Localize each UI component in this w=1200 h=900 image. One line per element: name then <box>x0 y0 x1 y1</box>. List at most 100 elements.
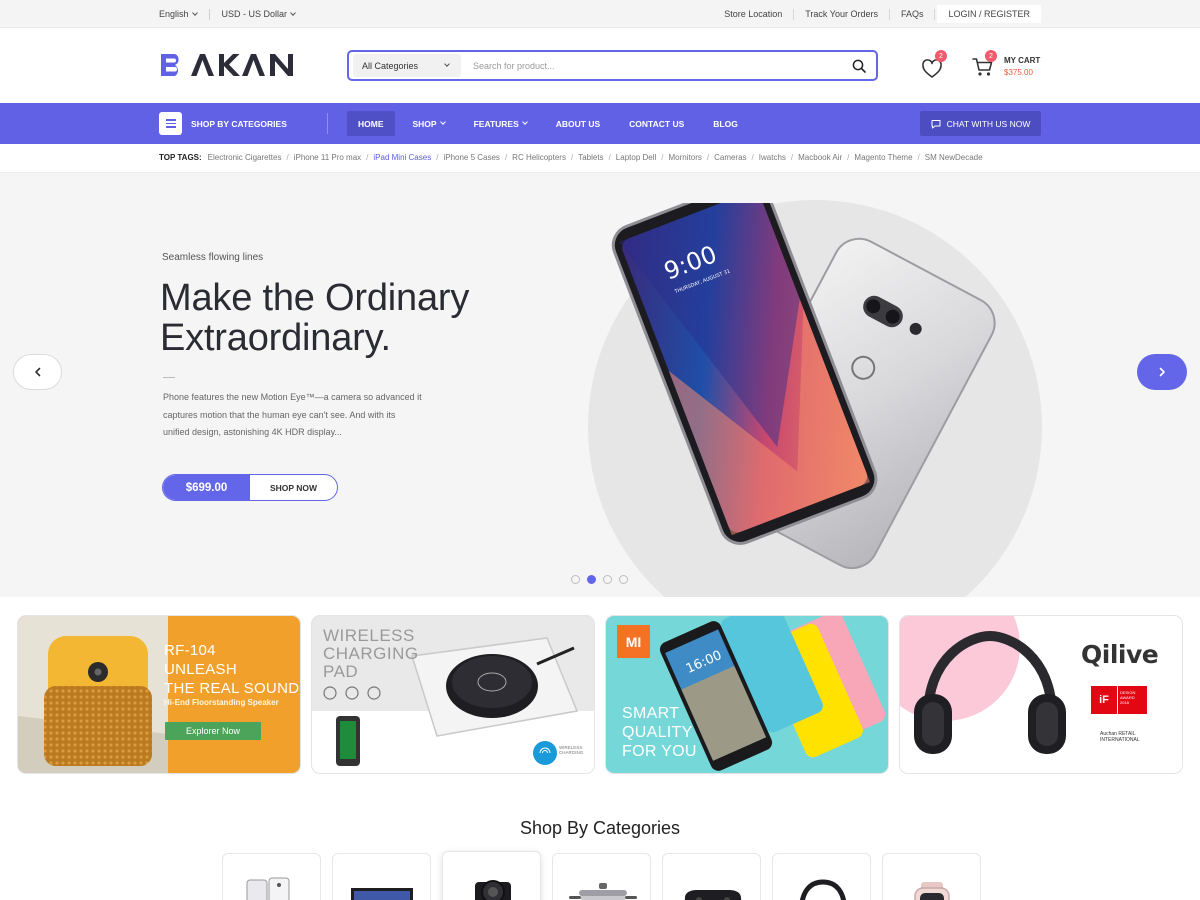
nav-item-home[interactable]: HOME <box>347 111 395 136</box>
slider-dot[interactable] <box>619 575 628 584</box>
speaker-banner-line: RF-104 <box>164 642 216 659</box>
store-location-link[interactable]: Store Location <box>713 8 795 20</box>
slider-dot[interactable] <box>603 575 612 584</box>
charger-banner-line: PAD <box>323 662 359 681</box>
nav-divider <box>327 113 328 134</box>
slider-dot-active[interactable] <box>587 575 596 584</box>
slider-dot[interactable] <box>571 575 580 584</box>
chat-with-us-button[interactable]: CHAT WITH US NOW <box>920 111 1041 136</box>
chat-bubble-icon <box>931 119 941 128</box>
hero-price-button[interactable]: $699.00 SHOP NOW <box>162 474 338 501</box>
design-award-badge: iF DESIGN AWARD 2018 <box>1091 686 1147 714</box>
award-line: 2018 <box>1120 700 1129 705</box>
top-tags-list: TOP TAGS: Electronic Cigarettes / iPhone … <box>159 153 983 162</box>
wishlist-count-badge: 2 <box>935 50 947 62</box>
tag-link[interactable]: RC Helicopters <box>512 153 566 162</box>
explorer-now-button[interactable]: Explorer Now <box>165 722 261 740</box>
chat-label: CHAT WITH US NOW <box>946 118 1031 129</box>
headphones-icon <box>799 879 847 900</box>
gamepad-icon <box>684 890 742 900</box>
track-orders-link[interactable]: Track Your Orders <box>794 8 890 20</box>
charger-banner-title: WIRELESS CHARGING PAD <box>323 627 419 681</box>
shop-now-button[interactable]: SHOP NOW <box>250 475 337 500</box>
promo-banner-headphones[interactable]: Qilive iF DESIGN AWARD 2018 Auchan RETAI… <box>900 616 1182 773</box>
top-bar-left: English USD - US Dollar <box>159 0 296 28</box>
hero-description: Phone features the new Motion Eye™—a cam… <box>163 392 422 437</box>
tag-link[interactable]: Magento Theme <box>854 153 912 162</box>
nav-item-blog[interactable]: BLOG <box>702 111 749 136</box>
chevron-right-icon <box>1159 367 1165 377</box>
speaker-banner-line: THE REAL SOUND <box>164 680 300 697</box>
tag-separator: / <box>661 153 664 162</box>
mi-banner-title: SMART QUALITY FOR YOU <box>622 704 697 761</box>
tag-link[interactable]: iPhone 11 Pro max <box>294 153 361 162</box>
slider-dots <box>571 575 628 584</box>
category-card[interactable] <box>772 853 871 900</box>
tag-link[interactable]: Mornitors <box>669 153 702 162</box>
category-select[interactable]: All Categories <box>353 54 461 77</box>
category-card[interactable] <box>222 853 321 900</box>
tag-separator: / <box>847 153 850 162</box>
tag-link[interactable]: Macbook Air <box>798 153 842 162</box>
category-card[interactable] <box>552 853 651 900</box>
search-bar: All Categories <box>347 50 878 81</box>
category-card[interactable] <box>332 853 431 900</box>
mi-logo: MI <box>617 625 650 658</box>
tag-separator: / <box>608 153 611 162</box>
hero-title-line: Make the Ordinary <box>160 277 470 319</box>
if-mark: iF <box>1091 686 1117 714</box>
tag-separator: / <box>286 153 289 162</box>
mi-banner-line: SMART <box>622 705 680 722</box>
tag-link[interactable]: Laptop Dell <box>616 153 656 162</box>
nav-item-about-us[interactable]: ABOUT US <box>545 111 611 136</box>
tag-link[interactable]: Tablets <box>578 153 603 162</box>
category-card[interactable] <box>442 851 541 900</box>
nav-item-shop[interactable]: SHOP <box>402 111 456 136</box>
chevron-down-icon <box>444 61 450 67</box>
tag-separator: / <box>751 153 754 162</box>
nav-menu: HOME SHOP FEATURES ABOUT US CONTACT US B… <box>347 111 756 136</box>
tag-link[interactable]: iPad Mini Cases <box>373 153 431 162</box>
search-button[interactable] <box>842 53 876 78</box>
chevron-left-icon <box>34 367 40 377</box>
hero-title: Make the Ordinary Extraordinary. <box>160 278 469 358</box>
shop-by-categories-button[interactable]: SHOP BY CATEGORIES <box>159 112 287 135</box>
cart-label: MY CART <box>1004 56 1041 65</box>
wishlist-button[interactable]: 2 <box>921 50 947 80</box>
nav-item-label: CONTACT US <box>629 118 685 129</box>
category-card[interactable] <box>662 853 761 900</box>
search-icon <box>852 59 866 73</box>
cart-count-badge: 2 <box>985 50 997 62</box>
chevron-down-icon <box>191 9 198 16</box>
search-input[interactable] <box>461 54 842 77</box>
cart-button[interactable]: 2 MY CART $375.00 <box>972 50 1052 82</box>
faqs-link[interactable]: FAQs <box>890 8 936 20</box>
wireless-charging-badge-text: WIRELESS CHARGING <box>559 745 583 755</box>
promo-banner-speaker[interactable]: RF-104 UNLEASH THE REAL SOUND Hi-End Flo… <box>18 616 300 773</box>
speaker-banner-line: UNLEASH <box>164 661 237 678</box>
slider-prev-button[interactable] <box>13 354 62 390</box>
auchan-retail-logo: Auchan RETAIL INTERNATIONAL <box>1100 731 1140 743</box>
login-register-button[interactable]: LOGIN / REGISTER <box>937 5 1041 23</box>
currency-select[interactable]: USD - US Dollar <box>222 9 296 19</box>
tag-link[interactable]: Cameras <box>714 153 746 162</box>
tag-link[interactable]: SM NewDecade <box>925 153 983 162</box>
logo[interactable] <box>159 52 295 85</box>
promo-banner-mi-phones[interactable]: 16:00 MI SMART QUALITY FOR YOU <box>606 616 888 773</box>
promo-banner-wireless-charger[interactable]: WIRELESS CHARGING PAD WIRELESS CHARGING <box>312 616 594 773</box>
category-select-label: All Categories <box>362 60 419 71</box>
tag-link[interactable]: iPhone 5 Cases <box>443 153 499 162</box>
category-card[interactable] <box>882 853 981 900</box>
top-tags-bar: TOP TAGS: Electronic Cigarettes / iPhone … <box>0 144 1200 173</box>
nav-item-contact-us[interactable]: CONTACT US <box>618 111 695 136</box>
qilive-logo: Qilive <box>1081 640 1159 669</box>
site-header: All Categories 2 2 MY CART $375.00 <box>0 28 1200 103</box>
tag-link[interactable]: Iwatchs <box>759 153 786 162</box>
speaker-banner-subtitle: Hi-End Floorstanding Speaker <box>164 698 279 707</box>
slider-next-button[interactable] <box>1137 354 1187 390</box>
nav-item-features[interactable]: FEATURES <box>463 111 538 136</box>
top-bar-right: Store Location Track Your Orders FAQs LO… <box>713 0 1041 28</box>
divider <box>208 8 210 20</box>
tag-link[interactable]: Electronic Cigarettes <box>208 153 282 162</box>
language-select[interactable]: English <box>159 9 198 19</box>
